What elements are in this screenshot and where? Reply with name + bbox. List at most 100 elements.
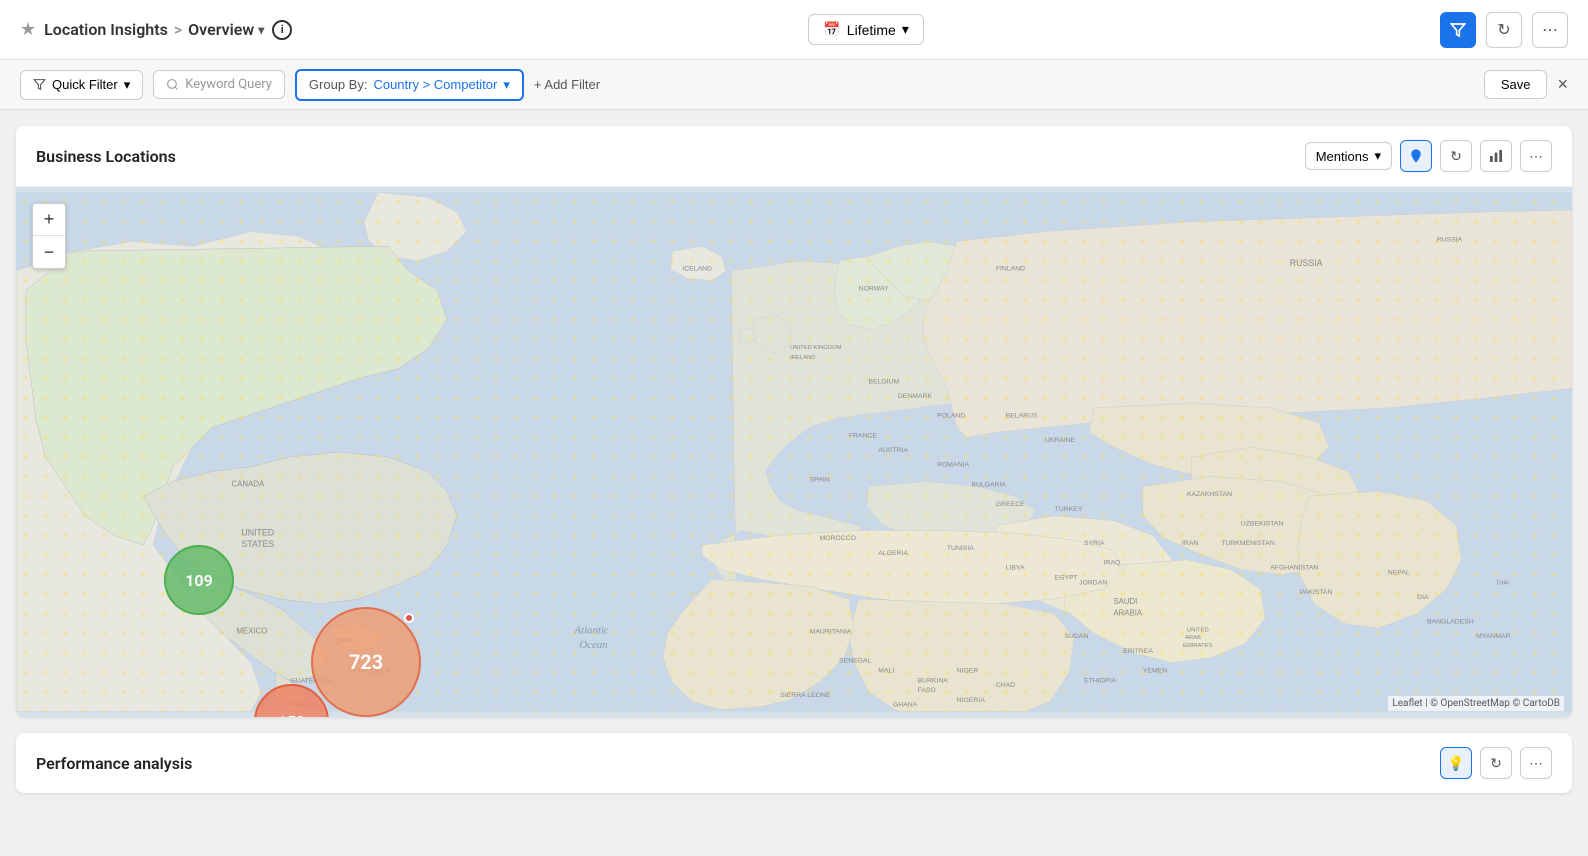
performance-card-controls: 💡 ↻ ⋯ [1440,747,1552,779]
svg-text:POLAND: POLAND [937,413,965,420]
svg-text:CANADA: CANADA [232,479,265,488]
bar-chart-button[interactable] [1480,140,1512,172]
map-attribution: Leaflet | © OpenStreetMap © CartoDB [1388,696,1564,711]
svg-text:SUDAN: SUDAN [1064,633,1088,640]
svg-text:JORDAN: JORDAN [1079,579,1107,586]
svg-text:EGYPT: EGYPT [1055,574,1079,581]
svg-text:BULGARIA: BULGARIA [971,481,1006,488]
svg-text:ARAB: ARAB [1185,635,1201,641]
refresh-performance-button[interactable]: ↻ [1480,747,1512,779]
lifetime-label: Lifetime [847,22,896,38]
breadcrumb-separator: > [174,20,182,39]
svg-text:FASO: FASO [917,687,935,694]
filter-active-button[interactable] [1440,12,1476,48]
svg-text:YEMEN: YEMEN [1143,667,1167,674]
quick-filter-chevron-icon: ▾ [124,77,131,93]
svg-text:ETHIOPIA: ETHIOPIA [1084,677,1116,684]
header-center: 📅 Lifetime ▾ [808,14,924,45]
svg-text:ALGERIA: ALGERIA [878,550,908,557]
map-card: Business Locations Mentions ▾ ↻ [16,126,1572,717]
svg-text:MAURITANIA: MAURITANIA [810,628,852,635]
more-performance-button[interactable]: ⋯ [1520,747,1552,779]
mentions-select[interactable]: Mentions ▾ [1305,142,1392,170]
svg-text:DIA: DIA [1417,594,1429,601]
svg-text:BELGIUM: BELGIUM [868,378,899,385]
add-filter-label: + Add Filter [534,77,600,92]
svg-text:ERITREA: ERITREA [1123,648,1153,655]
info-icon[interactable]: i [272,20,292,40]
mentions-chevron-icon: ▾ [1374,148,1381,164]
more-map-button[interactable]: ⋯ [1520,140,1552,172]
svg-text:AFGHANISTAN: AFGHANISTAN [1270,565,1318,572]
svg-text:BELARUS: BELARUS [1006,413,1038,420]
svg-text:FINLAND: FINLAND [996,266,1025,273]
svg-text:Atlantic: Atlantic [574,624,609,636]
more-icon: ⋯ [1542,20,1558,40]
svg-text:DENMARK: DENMARK [898,393,933,400]
svg-text:NIGERIA: NIGERIA [957,697,986,704]
save-button[interactable]: Save [1484,70,1548,99]
mentions-label: Mentions [1316,149,1369,164]
svg-text:BANGLADESH: BANGLADESH [1427,618,1474,625]
light-button[interactable]: 💡 [1440,747,1472,779]
map-icon [1408,148,1424,164]
refresh-map-button[interactable]: ↻ [1440,140,1472,172]
svg-text:SYRIA: SYRIA [1084,540,1105,547]
svg-text:UZBEKISTAN: UZBEKISTAN [1241,520,1284,527]
quick-filter-button[interactable]: Quick Filter ▾ [20,70,143,100]
more-map-icon: ⋯ [1529,148,1543,165]
breadcrumb-current[interactable]: Overview ▾ [188,20,264,39]
svg-text:RUSSIA: RUSSIA [1290,258,1323,268]
keyword-query-input[interactable]: Keyword Query [153,70,285,99]
map-marker-109[interactable]: 109 [164,545,234,615]
map-marker-723[interactable]: 723 [311,607,421,717]
svg-text:NORWAY: NORWAY [859,285,889,292]
refresh-button[interactable]: ↻ [1486,12,1522,48]
map-card-controls: Mentions ▾ ↻ ⋯ [1305,140,1552,172]
star-icon[interactable]: ★ [20,19,36,40]
svg-text:MYANMAR: MYANMAR [1476,633,1511,640]
svg-text:MOROCCO: MOROCCO [819,535,856,542]
map-container[interactable]: CANADA UNITED STATES MEXICO GUATEMALA PA… [16,187,1572,717]
svg-text:UKRAINE: UKRAINE [1045,437,1076,444]
svg-text:LIBYA: LIBYA [1006,565,1025,572]
svg-text:AUSTRIA: AUSTRIA [878,447,908,454]
group-by-button[interactable]: Group By: Country > Competitor ▾ [295,69,524,101]
performance-card: Performance analysis 💡 ↻ ⋯ [16,733,1572,793]
svg-text:MALI: MALI [878,667,894,674]
refresh-map-icon: ↻ [1450,148,1462,165]
lifetime-button[interactable]: 📅 Lifetime ▾ [808,14,924,45]
quick-filter-label: Quick Filter [52,77,118,92]
svg-text:SAUDI: SAUDI [1113,597,1137,606]
zoom-out-button[interactable]: − [33,236,65,268]
main-content: Business Locations Mentions ▾ ↻ [0,110,1588,825]
zoom-controls: + − [32,203,66,269]
keyword-query-label: Keyword Query [185,77,272,92]
zoom-in-button[interactable]: + [33,204,65,236]
breadcrumb-chevron-icon: ▾ [258,23,264,37]
light-icon: 💡 [1447,755,1464,772]
svg-text:GHANA: GHANA [893,702,918,709]
marker-159-label: 159 [278,712,305,717]
map-view-button[interactable] [1400,140,1432,172]
performance-card-header: Performance analysis 💡 ↻ ⋯ [16,733,1572,793]
more-button[interactable]: ⋯ [1532,12,1568,48]
svg-text:NEPAL: NEPAL [1388,569,1410,576]
quick-filter-icon [33,78,46,91]
svg-text:IRAQ: IRAQ [1104,560,1121,567]
map-card-header: Business Locations Mentions ▾ ↻ [16,126,1572,187]
svg-text:Ocean: Ocean [579,639,607,651]
bar-chart-icon [1488,148,1504,164]
add-filter-button[interactable]: + Add Filter [534,77,600,92]
world-map-svg: CANADA UNITED STATES MEXICO GUATEMALA PA… [16,187,1572,717]
close-filter-button[interactable]: × [1557,74,1568,95]
search-icon [166,78,179,91]
svg-text:TURKEY: TURKEY [1055,506,1083,513]
svg-text:NIGER: NIGER [957,667,979,674]
header-right: ↻ ⋯ [1440,12,1568,48]
filter-bar-right: Save × [1484,70,1568,99]
lifetime-chevron-icon: ▾ [902,21,909,38]
refresh-performance-icon: ↻ [1490,755,1502,772]
svg-text:FRANCE: FRANCE [849,432,878,439]
breadcrumb-title: Location Insights [44,20,168,39]
